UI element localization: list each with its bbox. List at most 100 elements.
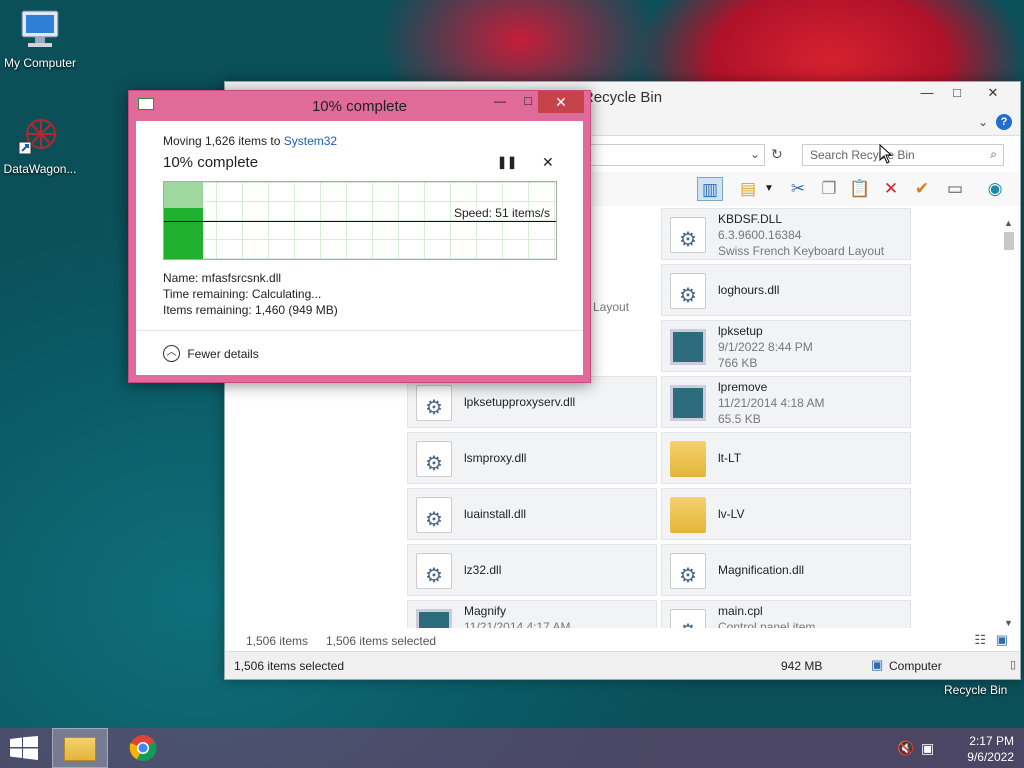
tiles-view-icon[interactable]: ▣ — [996, 632, 1008, 648]
search-icon[interactable]: ⌕ — [990, 147, 997, 162]
file-name: Magnification.dll — [718, 563, 805, 577]
folder-tile-lt-lt[interactable]: lt-LT — [661, 432, 911, 484]
maximize-button[interactable]: □ — [524, 93, 532, 108]
file-tile-magnify[interactable]: Magnify 11/21/2014 4:17 AM — [407, 600, 657, 628]
restore-icon[interactable]: ✔ — [909, 177, 935, 201]
taskbar-explorer-button[interactable] — [52, 728, 108, 768]
chevron-down-icon[interactable]: ⌄ — [750, 147, 760, 161]
help-icon[interactable]: ? — [996, 114, 1012, 130]
speed-graph: Speed: 51 items/s — [163, 181, 557, 260]
cancel-button[interactable]: ✕ — [542, 154, 554, 171]
speed-line — [164, 221, 556, 222]
partial-description-text: Layout — [593, 300, 630, 314]
program-icon — [670, 329, 706, 365]
cut-icon[interactable]: ✂ — [785, 177, 811, 201]
rename-icon[interactable]: ▭ — [942, 177, 968, 201]
delete-icon[interactable]: ✕ — [878, 177, 904, 201]
taskbar-chrome-button[interactable] — [118, 728, 168, 768]
start-button[interactable] — [0, 728, 48, 768]
dll-file-icon — [416, 441, 452, 477]
desktop-icon-my-computer[interactable]: My Computer — [0, 8, 80, 70]
dialog-title: 10% complete — [311, 98, 408, 115]
file-tile-kbdsf[interactable]: KBDSF.DLL 6.3.9600.16384 Swiss French Ke… — [661, 208, 911, 260]
file-tile-magnification[interactable]: Magnification.dll — [661, 544, 911, 596]
scroll-down-icon[interactable]: ▼ — [1004, 618, 1013, 628]
file-tile-luainstall[interactable]: luainstall.dll — [407, 488, 657, 540]
folder-name: lv-LV — [718, 507, 745, 521]
file-size: 766 KB — [718, 356, 758, 370]
properties-icon[interactable]: ▤ — [735, 177, 761, 201]
ribbon-expand-icon[interactable]: ⌄ — [978, 115, 988, 129]
file-tile-main-cpl[interactable]: main.cpl Control panel item — [661, 600, 911, 628]
file-tile-lpremove[interactable]: lpremove 11/21/2014 4:18 AM 65.5 KB — [661, 376, 911, 428]
dll-file-icon — [670, 217, 706, 253]
file-name: lpksetupproxyserv.dll — [464, 395, 576, 409]
taskbar: 🔇 ▣ 2:17 PM 9/6/2022 — [0, 728, 1024, 768]
program-icon — [670, 385, 706, 421]
resize-grip-icon[interactable]: ▯ — [1010, 658, 1016, 671]
windows-logo-icon — [10, 736, 38, 760]
program-icon — [416, 609, 452, 628]
chrome-icon — [129, 735, 157, 762]
destination-link[interactable]: System32 — [284, 134, 337, 148]
items-remaining: Items remaining: 1,460 (949 MB) — [163, 303, 338, 317]
file-type: Control panel item — [718, 620, 816, 628]
file-date: 11/21/2014 4:18 AM — [718, 396, 825, 410]
progress-heading: 10% complete — [163, 154, 259, 171]
dll-file-icon — [416, 553, 452, 589]
current-file-name: Name: mfasfsrcsnk.dll — [163, 271, 282, 285]
minimize-button[interactable]: — — [494, 94, 506, 108]
close-button[interactable]: ✕ — [538, 91, 584, 113]
clock[interactable]: 2:17 PM 9/6/2022 — [950, 733, 1014, 765]
globe-icon[interactable]: ◉ — [982, 177, 1008, 201]
file-tile-loghours[interactable]: loghours.dll — [661, 264, 911, 316]
folder-icon — [64, 737, 96, 761]
search-input[interactable]: Search Recycle Bin ⌕ — [802, 144, 1004, 166]
file-tile-lpksetup[interactable]: lpksetup 9/1/2022 8:44 PM 766 KB — [661, 320, 911, 372]
file-name: KBDSF.DLL — [718, 212, 783, 226]
copy-icon[interactable]: ❐ — [816, 177, 842, 201]
file-tile-lpksetupproxyserv[interactable]: lpksetupproxyserv.dll — [407, 376, 657, 428]
paste-icon[interactable]: 📋 — [847, 177, 873, 201]
chevron-up-icon: ︿ — [163, 345, 180, 362]
divider — [136, 330, 583, 331]
desktop-icon-datawagon[interactable]: DataWagon... — [0, 112, 80, 176]
file-tile-lz32[interactable]: lz32.dll — [407, 544, 657, 596]
fewer-details-label: Fewer details — [187, 346, 259, 361]
file-name: Magnify — [464, 604, 507, 618]
file-name: lsmproxy.dll — [464, 451, 527, 465]
folder-icon — [670, 441, 706, 477]
recycle-bin-caption[interactable]: Recycle Bin — [944, 683, 1007, 697]
pause-button[interactable]: ❚❚ — [497, 155, 517, 169]
folder-tile-lv-lv[interactable]: lv-LV — [661, 488, 911, 540]
fewer-details-toggle[interactable]: ︿ Fewer details — [163, 345, 259, 362]
location-label: Computer — [889, 659, 942, 673]
network-icon[interactable]: ▣ — [921, 740, 934, 757]
volume-muted-icon[interactable]: 🔇 — [897, 740, 914, 757]
desktop-icon-label: My Computer — [3, 56, 77, 70]
file-tile-lsmproxy[interactable]: lsmproxy.dll — [407, 432, 657, 484]
time-remaining: Time remaining: Calculating... — [163, 287, 322, 301]
moving-summary: Moving 1,626 items to System32 — [163, 134, 337, 148]
maximize-button[interactable]: □ — [942, 82, 972, 106]
file-name: main.cpl — [718, 604, 763, 618]
minimize-button[interactable]: — — [912, 82, 942, 106]
vertical-scrollbar[interactable]: ▲ ▼ — [1002, 218, 1016, 628]
moving-prefix: Moving 1,626 items to — [163, 134, 281, 148]
preview-pane-icon[interactable]: ▥ — [697, 177, 723, 201]
progress-area-dark — [164, 208, 204, 259]
computer-icon — [21, 10, 59, 47]
progress-area-light — [164, 182, 204, 210]
dropdown-arrow-icon[interactable]: ▼ — [763, 177, 775, 201]
refresh-icon[interactable]: ↻ — [771, 146, 783, 163]
folder-icon — [670, 497, 706, 533]
file-name: lz32.dll — [464, 563, 502, 577]
status-bar: 1,506 items 1,506 items selected ☷ ▣ — [225, 631, 1020, 653]
dll-file-icon — [670, 553, 706, 589]
close-button[interactable]: ✕ — [978, 82, 1008, 106]
scroll-thumb[interactable] — [1004, 232, 1014, 250]
address-bar[interactable]: ⌄ — [585, 144, 765, 166]
details-bar: 1,506 items selected 942 MB ▣ Computer ▯ — [225, 651, 1020, 679]
scroll-up-icon[interactable]: ▲ — [1004, 218, 1013, 228]
details-view-icon[interactable]: ☷ — [974, 632, 986, 648]
